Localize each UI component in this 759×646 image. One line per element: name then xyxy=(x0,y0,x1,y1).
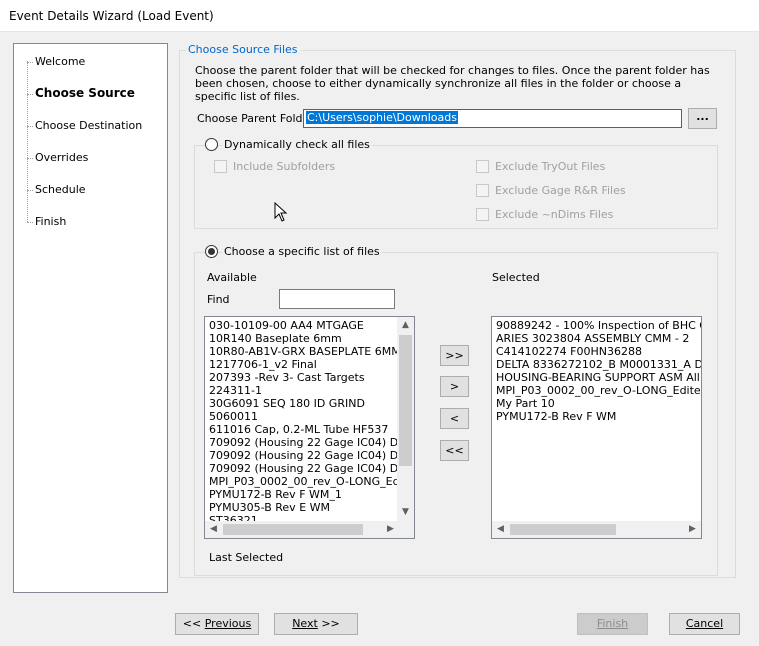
include-subfolders-checkbox[interactable] xyxy=(214,160,227,173)
exclude-ndims-checkbox[interactable] xyxy=(476,208,489,221)
specific-label-text: Choose a specific list of files xyxy=(224,245,380,258)
source-description: Choose the parent folder that will be ch… xyxy=(195,64,710,103)
dynamic-radio-label[interactable]: Dynamically check all files xyxy=(222,138,372,151)
list-item[interactable]: PYMU172-B Rev F WM_1 xyxy=(209,488,414,501)
nav-item-overrides[interactable]: Overrides xyxy=(14,150,164,166)
list-item[interactable]: 10R140 Baseplate 6mm xyxy=(209,332,414,345)
dynamic-radio[interactable] xyxy=(205,138,218,151)
exclude-tryout-checkbox[interactable] xyxy=(476,160,489,173)
next-button[interactable]: Next >> xyxy=(274,613,358,635)
list-item[interactable]: 709092 (Housing 22 Gage IC04) Dim A, xyxy=(209,436,414,449)
exclude-gage-label: Exclude Gage R&R Files xyxy=(495,184,626,197)
previous-label: Previous xyxy=(204,617,252,630)
group-title: Choose Source Files xyxy=(185,43,301,56)
scroll-down-icon[interactable]: ▼ xyxy=(397,504,414,521)
nav-item-label: Finish xyxy=(35,215,67,228)
list-item[interactable]: 10R80-AB1V-GRX BASEPLATE 6MM xyxy=(209,345,414,358)
cancel-button[interactable]: Cancel xyxy=(669,613,740,635)
window-title: Event Details Wizard (Load Event) xyxy=(9,9,214,23)
dynamic-label-text: Dynamically check all files xyxy=(224,138,370,151)
list-item[interactable]: DELTA 8336272102_B M0001331_A DU xyxy=(496,358,701,371)
nav-item-welcome[interactable]: Welcome xyxy=(14,54,164,70)
list-item[interactable]: 1217706-1_v2 Final xyxy=(209,358,414,371)
exclude-tryout-label: Exclude TryOut Files xyxy=(495,160,606,173)
available-horizontal-scrollbar[interactable]: ◀ ▶ xyxy=(205,521,399,538)
scroll-up-icon[interactable]: ▲ xyxy=(397,317,414,334)
dynamic-group xyxy=(194,145,718,229)
available-label: Available xyxy=(207,271,257,284)
list-item[interactable]: 30G6091 SEQ 180 ID GRIND xyxy=(209,397,414,410)
parent-folder-input[interactable]: C:\Users\sophie\Downloads xyxy=(303,109,682,128)
nav-item-choose-source[interactable]: Choose Source xyxy=(14,86,164,102)
exclude-ndims-label: Exclude ~nDims Files xyxy=(495,208,614,221)
nav-item-choose-destination[interactable]: Choose Destination xyxy=(14,118,164,134)
list-item[interactable]: PYMU305-B Rev E WM xyxy=(209,501,414,514)
scroll-right-icon[interactable]: ▶ xyxy=(684,521,701,538)
selected-horizontal-scrollbar[interactable]: ◀ ▶ xyxy=(492,521,701,538)
scrollbar-thumb[interactable] xyxy=(223,524,363,535)
scrollbar-thumb[interactable] xyxy=(399,335,412,466)
include-subfolders-label: Include Subfolders xyxy=(233,160,336,173)
list-item[interactable]: C414102274 F00HN36288 xyxy=(496,345,701,358)
list-item[interactable]: MPI_P03_0002_00_rev_O-LONG_Edite xyxy=(209,475,414,488)
scroll-left-icon[interactable]: ◀ xyxy=(205,521,222,538)
last-selected-label: Last Selected xyxy=(209,551,284,564)
available-vertical-scrollbar[interactable]: ▲ ▼ xyxy=(397,317,414,521)
selected-files-list[interactable]: 90889242 - 100% Inspection of BHC CoverA… xyxy=(491,316,702,539)
move-all-left-button[interactable]: << xyxy=(440,440,469,461)
parent-folder-value: C:\Users\sophie\Downloads xyxy=(306,111,458,124)
scroll-left-icon[interactable]: ◀ xyxy=(492,521,509,538)
move-all-right-button[interactable]: >> xyxy=(440,345,469,366)
nav-item-label: Overrides xyxy=(35,151,89,164)
list-item[interactable]: 5060011 xyxy=(209,410,414,423)
title-bar: Event Details Wizard (Load Event) xyxy=(0,0,759,32)
list-item[interactable]: 030-10109-00 AA4 MTGAGE xyxy=(209,319,414,332)
nav-item-label: Schedule xyxy=(35,183,86,196)
nav-item-schedule[interactable]: Schedule xyxy=(14,182,164,198)
exclude-gage-checkbox[interactable] xyxy=(476,184,489,197)
list-item[interactable]: 709092 (Housing 22 Gage IC04) Dim A, xyxy=(209,449,414,462)
list-item[interactable]: ARIES 3023804 ASSEMBLY CMM - 2 xyxy=(496,332,701,345)
browse-button[interactable]: ... xyxy=(688,108,717,129)
next-label: Next xyxy=(292,617,318,630)
previous-button[interactable]: << Previous xyxy=(175,613,259,635)
finish-button[interactable]: Finish xyxy=(577,613,648,635)
list-item[interactable]: HOUSING-BEARING SUPPORT ASM All C xyxy=(496,371,701,384)
find-label: Find xyxy=(207,293,230,306)
wizard-nav-panel: Welcome Choose Source Choose Destination… xyxy=(13,43,168,593)
list-item[interactable]: 224311-1 xyxy=(209,384,414,397)
nav-item-label: Welcome xyxy=(35,55,86,68)
mouse-cursor-icon xyxy=(274,202,288,222)
list-item[interactable]: 207393 -Rev 3- Cast Targets xyxy=(209,371,414,384)
list-item[interactable]: MPI_P03_0002_00_rev_O-LONG_Edited xyxy=(496,384,701,397)
list-item[interactable]: 709092 (Housing 22 Gage IC04) Dim A, xyxy=(209,462,414,475)
list-item[interactable]: PYMU172-B Rev F WM xyxy=(496,410,701,423)
specific-list-radio[interactable] xyxy=(205,245,218,258)
selected-label: Selected xyxy=(492,271,540,284)
available-files-list[interactable]: 030-10109-00 AA4 MTGAGE 10R140 Baseplate … xyxy=(204,316,415,539)
list-item[interactable]: 611016 Cap, 0.2-ML Tube HF537 xyxy=(209,423,414,436)
parent-folder-label: Choose Parent Folder xyxy=(197,112,314,125)
list-item[interactable]: 90889242 - 100% Inspection of BHC Cover xyxy=(496,319,701,332)
specific-list-radio-label[interactable]: Choose a specific list of files xyxy=(222,245,382,258)
nav-item-label: Choose Source xyxy=(35,86,135,100)
find-input[interactable] xyxy=(279,289,395,309)
list-item[interactable]: My Part 10 xyxy=(496,397,701,410)
scrollbar-thumb[interactable] xyxy=(510,524,616,535)
cancel-label: Cancel xyxy=(685,617,724,630)
nav-item-finish[interactable]: Finish xyxy=(14,214,164,230)
move-right-button[interactable]: > xyxy=(440,376,469,397)
finish-label: Finish xyxy=(596,617,629,630)
move-left-button[interactable]: < xyxy=(440,408,469,429)
nav-item-label: Choose Destination xyxy=(35,119,143,132)
